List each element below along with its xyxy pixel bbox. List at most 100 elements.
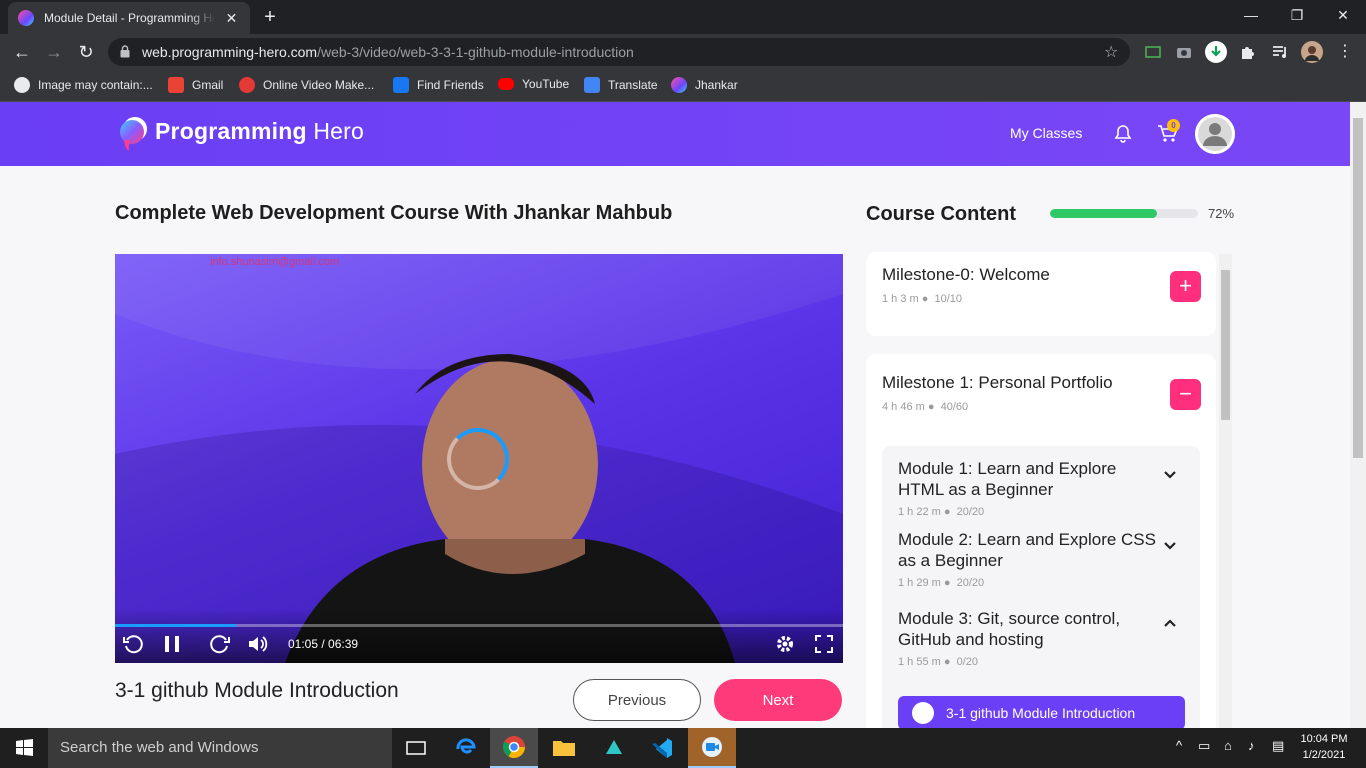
cast-icon[interactable] bbox=[1143, 42, 1163, 62]
tray-chevron-up-icon[interactable]: ^ bbox=[1176, 738, 1182, 753]
url-path: /web-3/video/web-3-3-1-github-module-int… bbox=[317, 44, 634, 60]
browser-tab[interactable]: Module Detail - Programming Hero ✕ bbox=[8, 2, 250, 34]
video-watermark: info.shunasim@gmail.com bbox=[210, 256, 340, 268]
module-meta: 1 h 55 m ● 0/20 bbox=[898, 656, 979, 668]
bookmark-item[interactable]: Find Friends bbox=[393, 77, 484, 93]
bookmark-item[interactable]: YouTube bbox=[498, 77, 569, 91]
bookmark-item[interactable]: Online Video Make... bbox=[239, 77, 374, 93]
replay-10-icon[interactable] bbox=[121, 632, 145, 656]
tab-close-icon[interactable]: ✕ bbox=[223, 10, 240, 27]
restore-icon[interactable]: ❐ bbox=[1274, 0, 1320, 30]
user-avatar[interactable] bbox=[1195, 114, 1235, 154]
network-icon[interactable]: ⌂ bbox=[1224, 738, 1232, 753]
windows-start-icon[interactable] bbox=[0, 728, 48, 768]
module-list: Module 1: Learn and Explore HTML as a Be… bbox=[882, 446, 1200, 728]
programming-hero-favicon-icon bbox=[18, 10, 34, 26]
forward-icon[interactable]: → bbox=[42, 40, 66, 64]
extensions-puzzle-icon[interactable] bbox=[1238, 42, 1258, 62]
reload-icon[interactable]: ↻ bbox=[74, 40, 98, 64]
milestone-name: Milestone-0: Welcome bbox=[882, 265, 1050, 284]
active-lesson-item[interactable]: 3-1 github Module Introduction bbox=[898, 696, 1185, 728]
cart-count-badge: 0 bbox=[1167, 119, 1180, 132]
bookmark-item[interactable]: Gmail bbox=[168, 77, 223, 93]
close-window-icon[interactable]: ✕ bbox=[1320, 0, 1366, 30]
pause-icon[interactable] bbox=[160, 632, 184, 656]
course-content-title: Course Content bbox=[866, 203, 1016, 225]
volume-icon[interactable] bbox=[246, 632, 270, 656]
video-player[interactable]: info.shunasim@gmail.com 01:05 / 06:39 bbox=[115, 254, 843, 663]
gmail-icon bbox=[168, 77, 184, 93]
facebook-icon bbox=[393, 77, 409, 93]
module-meta: 1 h 29 m ● 20/20 bbox=[898, 577, 985, 586]
milestone-name: Milestone 1: Personal Portfolio bbox=[882, 373, 1113, 392]
translate-icon bbox=[584, 77, 600, 93]
new-tab-button[interactable]: + bbox=[260, 6, 280, 28]
url-text[interactable]: web.programming-hero.com/web-3/video/web… bbox=[142, 44, 634, 60]
file-explorer-icon[interactable] bbox=[540, 728, 588, 768]
chevron-down-icon[interactable] bbox=[1162, 537, 1178, 553]
fullscreen-icon[interactable] bbox=[812, 632, 836, 656]
sidebar-scrollbar[interactable] bbox=[1219, 254, 1232, 728]
camera-icon[interactable] bbox=[1174, 42, 1194, 62]
collapse-minus-icon[interactable]: − bbox=[1170, 379, 1201, 410]
milestone-card[interactable]: Milestone-0: Welcome 1 h 3 m ● 10/10 + bbox=[866, 252, 1216, 336]
volume-tray-icon[interactable]: ♪ bbox=[1248, 738, 1255, 753]
course-content-sidebar: Milestone-0: Welcome 1 h 3 m ● 10/10 + M… bbox=[866, 252, 1232, 728]
lock-icon bbox=[120, 45, 130, 58]
next-button[interactable]: Next bbox=[714, 679, 842, 721]
active-lesson-label: 3-1 github Module Introduction bbox=[946, 705, 1136, 721]
course-progress-bar bbox=[1050, 209, 1198, 218]
forward-10-icon[interactable] bbox=[208, 632, 232, 656]
bookmark-star-icon[interactable]: ☆ bbox=[1104, 42, 1118, 62]
notification-bell-icon[interactable] bbox=[1113, 124, 1133, 144]
recorder-app-icon[interactable] bbox=[688, 728, 736, 768]
download-extension-icon[interactable] bbox=[1204, 40, 1228, 64]
battery-icon[interactable]: ▭ bbox=[1198, 738, 1210, 754]
vscode-icon[interactable] bbox=[638, 728, 686, 768]
brand-logo-text[interactable]: Programming Hero bbox=[155, 118, 364, 145]
back-icon[interactable]: ← bbox=[10, 40, 34, 64]
chrome-icon[interactable] bbox=[490, 728, 538, 768]
edge-icon[interactable] bbox=[442, 728, 490, 768]
taskbar-search-input[interactable]: Search the web and Windows bbox=[48, 728, 392, 768]
course-progress-percent: 72% bbox=[1208, 206, 1235, 221]
loading-spinner-icon bbox=[447, 428, 509, 490]
bookmark-item[interactable]: Jhankar bbox=[671, 77, 738, 93]
milestone-card[interactable]: Milestone 1: Personal Portfolio 4 h 46 m… bbox=[866, 354, 1216, 728]
bookmark-item[interactable]: Image may contain:... bbox=[14, 77, 153, 93]
nav-my-classes-link[interactable]: My Classes bbox=[1010, 125, 1082, 141]
url-host: web.programming-hero.com bbox=[142, 44, 318, 60]
course-title: Complete Web Development Course With Jha… bbox=[115, 202, 673, 224]
module-name[interactable]: Module 2: Learn and Explore CSS as a Beg… bbox=[898, 529, 1160, 571]
taskbar-clock[interactable]: 10:04 PM 1/2/2021 bbox=[1296, 731, 1352, 763]
module-name[interactable]: Module 1: Learn and Explore HTML as a Be… bbox=[898, 458, 1160, 500]
minimize-icon[interactable]: — bbox=[1228, 0, 1274, 30]
notifications-icon[interactable]: ▤ bbox=[1272, 738, 1284, 754]
page-scroll-thumb[interactable] bbox=[1353, 118, 1363, 458]
previous-button[interactable]: Previous bbox=[573, 679, 701, 721]
media-controls-icon[interactable] bbox=[1270, 42, 1290, 62]
video-seek-progress bbox=[115, 624, 236, 627]
youtube-icon bbox=[498, 78, 514, 90]
lesson-title: 3-1 github Module Introduction bbox=[115, 679, 399, 702]
page-scrollbar[interactable] bbox=[1350, 102, 1366, 728]
profile-avatar-icon[interactable] bbox=[1301, 41, 1323, 63]
programming-hero-icon bbox=[671, 77, 687, 93]
chevron-down-icon[interactable] bbox=[1162, 466, 1178, 482]
milestone-meta: 1 h 3 m ● 10/10 bbox=[882, 293, 963, 305]
expand-plus-icon[interactable]: + bbox=[1170, 271, 1201, 302]
filmora-app-icon[interactable] bbox=[590, 728, 638, 768]
video-maker-icon bbox=[239, 77, 255, 93]
task-view-icon[interactable] bbox=[392, 728, 440, 768]
tab-title: Module Detail - Programming Hero bbox=[44, 11, 215, 25]
course-progress-fill bbox=[1050, 209, 1157, 218]
programming-hero-logo-icon[interactable] bbox=[115, 115, 149, 153]
chevron-up-icon[interactable] bbox=[1162, 616, 1178, 632]
bookmark-item[interactable]: Translate bbox=[584, 77, 658, 93]
settings-gear-icon[interactable] bbox=[773, 632, 797, 656]
video-time: 01:05 / 06:39 bbox=[288, 637, 359, 651]
browser-menu-icon[interactable]: ⋮ bbox=[1333, 40, 1357, 64]
sidebar-scroll-thumb[interactable] bbox=[1221, 270, 1230, 420]
video-seek-bar[interactable] bbox=[115, 624, 843, 627]
module-name[interactable]: Module 3: Git, source control, GitHub an… bbox=[898, 608, 1160, 650]
